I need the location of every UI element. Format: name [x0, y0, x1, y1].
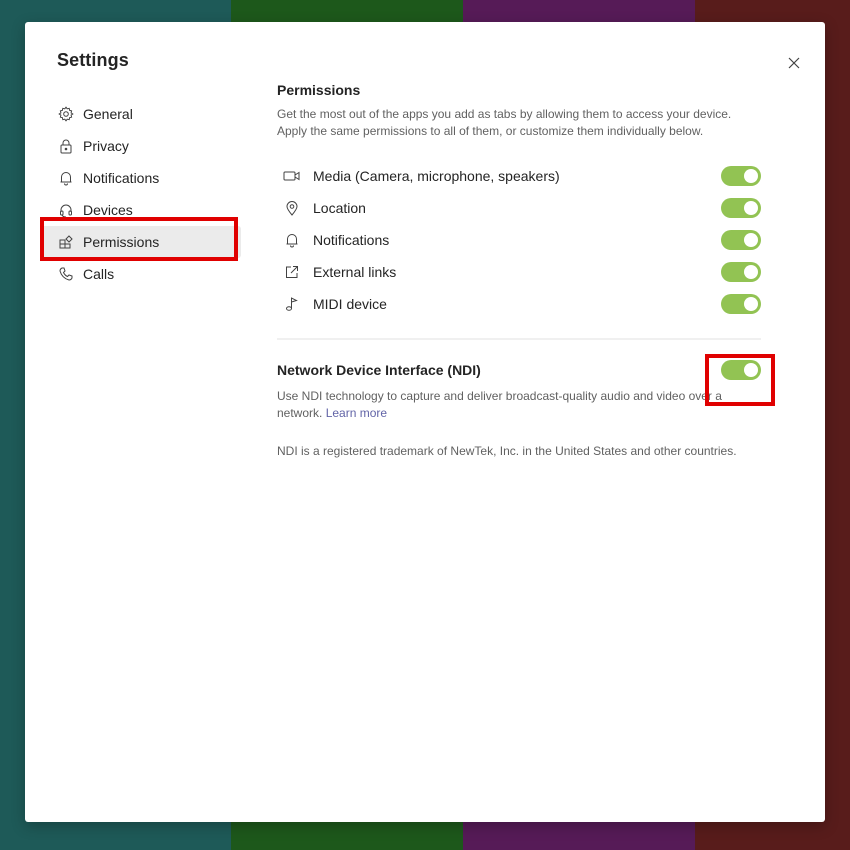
nav-item-general[interactable]: General [41, 98, 241, 130]
learn-more-link[interactable]: Learn more [326, 406, 387, 420]
permission-label: Location [313, 200, 366, 216]
nav-item-privacy[interactable]: Privacy [41, 130, 241, 162]
nav-item-label: Notifications [83, 170, 160, 186]
toggle-notifications[interactable] [721, 230, 761, 250]
ndi-trademark: NDI is a registered trademark of NewTek,… [277, 444, 737, 458]
nav-item-label: General [83, 106, 133, 122]
camera-icon [283, 167, 301, 185]
toggle-location[interactable] [721, 198, 761, 218]
close-icon [788, 57, 800, 69]
permission-row-midi: MIDI device [277, 288, 761, 320]
highlight-box-permissions [40, 217, 238, 261]
music-note-icon [283, 295, 301, 313]
phone-icon [57, 265, 75, 283]
toggle-media[interactable] [721, 166, 761, 186]
permission-row-location: Location [277, 192, 761, 224]
permissions-panel: Permissions Get the most out of the apps… [277, 82, 761, 458]
permissions-title: Permissions [277, 82, 361, 98]
ndi-description: Use NDI technology to capture and delive… [277, 388, 761, 422]
bell-icon [283, 231, 301, 249]
permission-row-media: Media (Camera, microphone, speakers) [277, 160, 761, 192]
close-button[interactable] [783, 52, 805, 74]
location-pin-icon [283, 199, 301, 217]
gear-icon [57, 105, 75, 123]
permission-row-notifications: Notifications [277, 224, 761, 256]
bell-icon [57, 169, 75, 187]
permission-list: Media (Camera, microphone, speakers) Loc… [277, 160, 761, 320]
section-divider [277, 338, 761, 340]
toggle-external-links[interactable] [721, 262, 761, 282]
permission-label: Media (Camera, microphone, speakers) [313, 168, 560, 184]
nav-item-notifications[interactable]: Notifications [41, 162, 241, 194]
permissions-description: Get the most out of the apps you add as … [277, 107, 732, 138]
settings-dialog: Settings General Privacy Notifications D… [25, 22, 825, 822]
settings-nav: General Privacy Notifications Devices Pe… [41, 98, 241, 290]
external-link-icon [283, 263, 301, 281]
ndi-header: Network Device Interface (NDI) [277, 360, 761, 380]
ndi-title: Network Device Interface (NDI) [277, 362, 481, 378]
nav-item-label: Calls [83, 266, 115, 282]
dialog-title: Settings [57, 50, 129, 70]
permission-label: External links [313, 264, 397, 280]
permission-label: MIDI device [313, 296, 387, 312]
nav-item-label: Devices [83, 202, 133, 218]
permission-row-external-links: External links [277, 256, 761, 288]
toggle-midi[interactable] [721, 294, 761, 314]
nav-item-calls[interactable]: Calls [41, 258, 241, 290]
lock-icon [57, 137, 75, 155]
nav-item-label: Privacy [83, 138, 129, 154]
highlight-box-ndi-toggle [705, 354, 775, 406]
permission-label: Notifications [313, 232, 390, 248]
